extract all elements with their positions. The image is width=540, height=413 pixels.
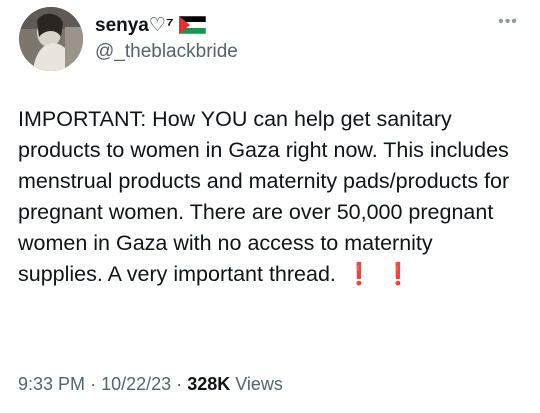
author-handle[interactable]: @_theblackbride bbox=[95, 41, 238, 63]
tweet-card: senya♡⁷ @_theblackbride ••• IMPORTANT: H… bbox=[0, 0, 540, 413]
tweet-text: IMPORTANT: How YOU can help get sanitary… bbox=[18, 104, 523, 290]
views-label: Views bbox=[235, 374, 283, 394]
views-count[interactable]: 328K bbox=[187, 374, 230, 394]
palestine-flag-icon bbox=[178, 16, 206, 34]
separator: · bbox=[176, 374, 183, 394]
avatar-image bbox=[19, 7, 83, 71]
tweet-metadata: 9:33 PM · 10/22/23 · 328K Views bbox=[18, 374, 283, 395]
tweet-date[interactable]: 10/22/23 bbox=[101, 374, 171, 394]
author-display-name[interactable]: senya♡⁷ bbox=[95, 14, 174, 37]
avatar[interactable] bbox=[19, 7, 83, 71]
tweet-time[interactable]: 9:33 PM bbox=[18, 374, 85, 394]
exclamation-icon: ❗ bbox=[345, 262, 373, 286]
exclamation-icon: ❗ bbox=[384, 262, 412, 286]
more-dots-icon[interactable]: ••• bbox=[496, 12, 520, 32]
tweet-text-content: IMPORTANT: How YOU can help get sanitary… bbox=[18, 107, 510, 286]
author-name-row: senya♡⁷ bbox=[95, 12, 206, 38]
separator: · bbox=[90, 374, 97, 394]
